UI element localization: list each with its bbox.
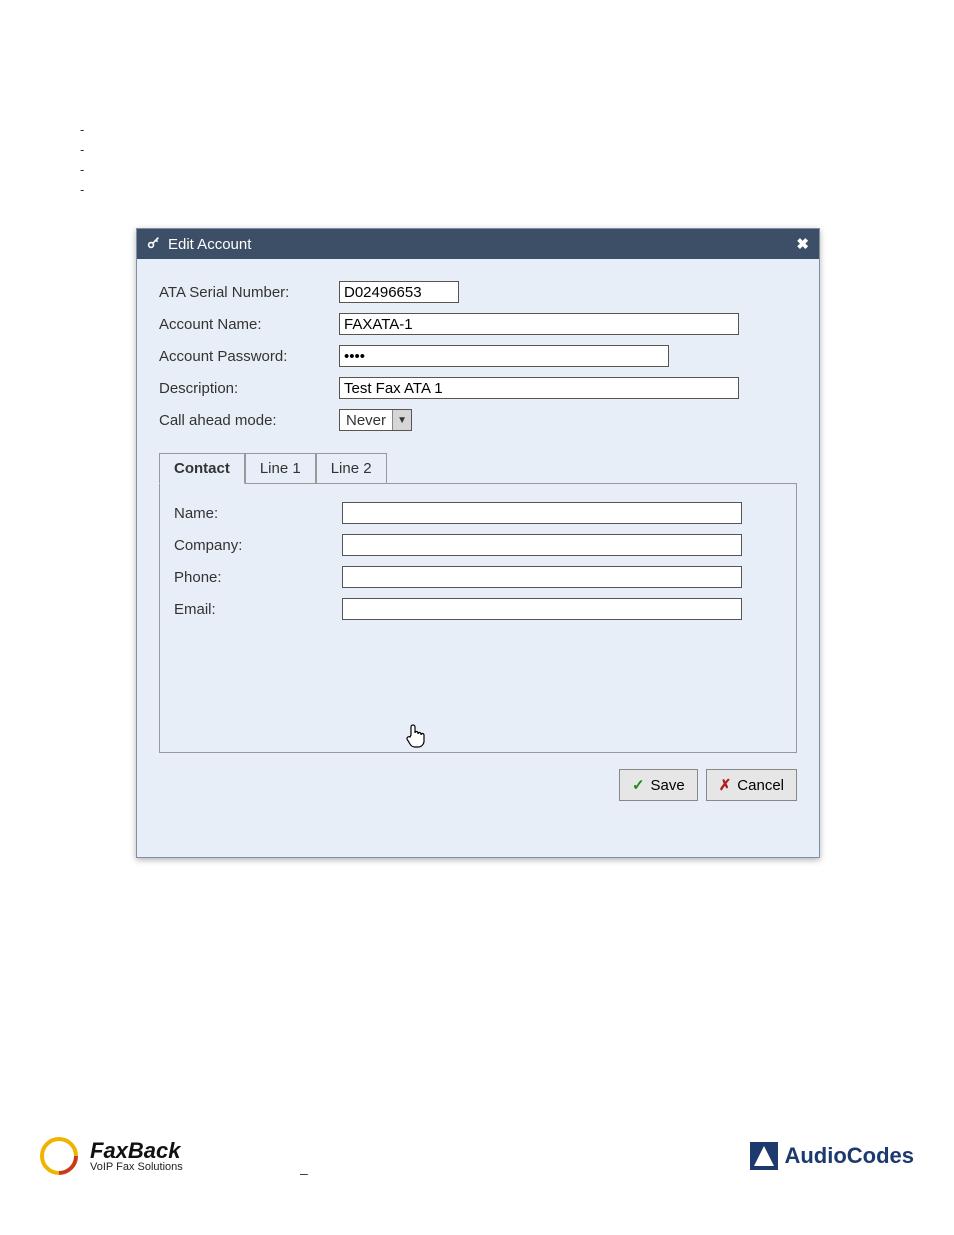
- contact-name-label: Name:: [174, 505, 342, 522]
- faxback-tagline: VoIP Fax Solutions: [90, 1162, 183, 1173]
- footer-dash: –: [300, 1165, 308, 1181]
- contact-phone-input[interactable]: [342, 566, 742, 588]
- save-button[interactable]: ✓ Save: [619, 769, 698, 801]
- tabs-strip: Contact Line 1 Line 2: [159, 453, 797, 483]
- dialog-titlebar: Edit Account ✖: [137, 229, 819, 259]
- callahead-label: Call ahead mode:: [159, 412, 339, 429]
- contact-panel: Name: Company: Phone: Email:: [159, 483, 797, 753]
- dialog-body: ATA Serial Number: Account Name: Account…: [137, 259, 819, 811]
- cancel-button-label: Cancel: [737, 777, 784, 794]
- contact-email-label: Email:: [174, 601, 342, 618]
- page-footer: FaxBack VoIP Fax Solutions AudioCodes: [0, 1137, 954, 1175]
- serial-input[interactable]: [339, 281, 459, 303]
- save-button-label: Save: [651, 777, 685, 794]
- account-name-label: Account Name:: [159, 316, 339, 333]
- audiocodes-mark-icon: [750, 1142, 778, 1170]
- account-name-input[interactable]: [339, 313, 739, 335]
- key-icon: [147, 236, 160, 252]
- callahead-value: Never: [340, 412, 392, 429]
- dialog-title: Edit Account: [168, 236, 251, 253]
- faxback-swirl-icon: [40, 1137, 84, 1175]
- account-password-label: Account Password:: [159, 348, 339, 365]
- contact-company-input[interactable]: [342, 534, 742, 556]
- contact-name-input[interactable]: [342, 502, 742, 524]
- dialog-button-row: ✓ Save ✗ Cancel: [159, 769, 797, 801]
- audiocodes-logo: AudioCodes: [750, 1142, 914, 1170]
- close-icon[interactable]: ✖: [796, 235, 809, 253]
- check-icon: ✓: [632, 776, 645, 794]
- chevron-down-icon: ▼: [392, 410, 411, 430]
- callahead-select[interactable]: Never ▼: [339, 409, 412, 431]
- edit-account-dialog: Edit Account ✖ ATA Serial Number: Accoun…: [136, 228, 820, 858]
- contact-email-input[interactable]: [342, 598, 742, 620]
- faxback-brand: FaxBack: [90, 1140, 183, 1162]
- faxback-logo: FaxBack VoIP Fax Solutions: [40, 1137, 183, 1175]
- cancel-button[interactable]: ✗ Cancel: [706, 769, 797, 801]
- description-input[interactable]: [339, 377, 739, 399]
- cross-icon: ✗: [719, 776, 732, 794]
- tab-contact[interactable]: Contact: [159, 453, 245, 484]
- contact-company-label: Company:: [174, 537, 342, 554]
- contact-phone-label: Phone:: [174, 569, 342, 586]
- tab-line1[interactable]: Line 1: [245, 453, 316, 483]
- description-label: Description:: [159, 380, 339, 397]
- page-bullets: [80, 120, 84, 200]
- tab-line2[interactable]: Line 2: [316, 453, 387, 483]
- serial-label: ATA Serial Number:: [159, 284, 339, 301]
- account-password-input[interactable]: [339, 345, 669, 367]
- audiocodes-brand: AudioCodes: [784, 1143, 914, 1169]
